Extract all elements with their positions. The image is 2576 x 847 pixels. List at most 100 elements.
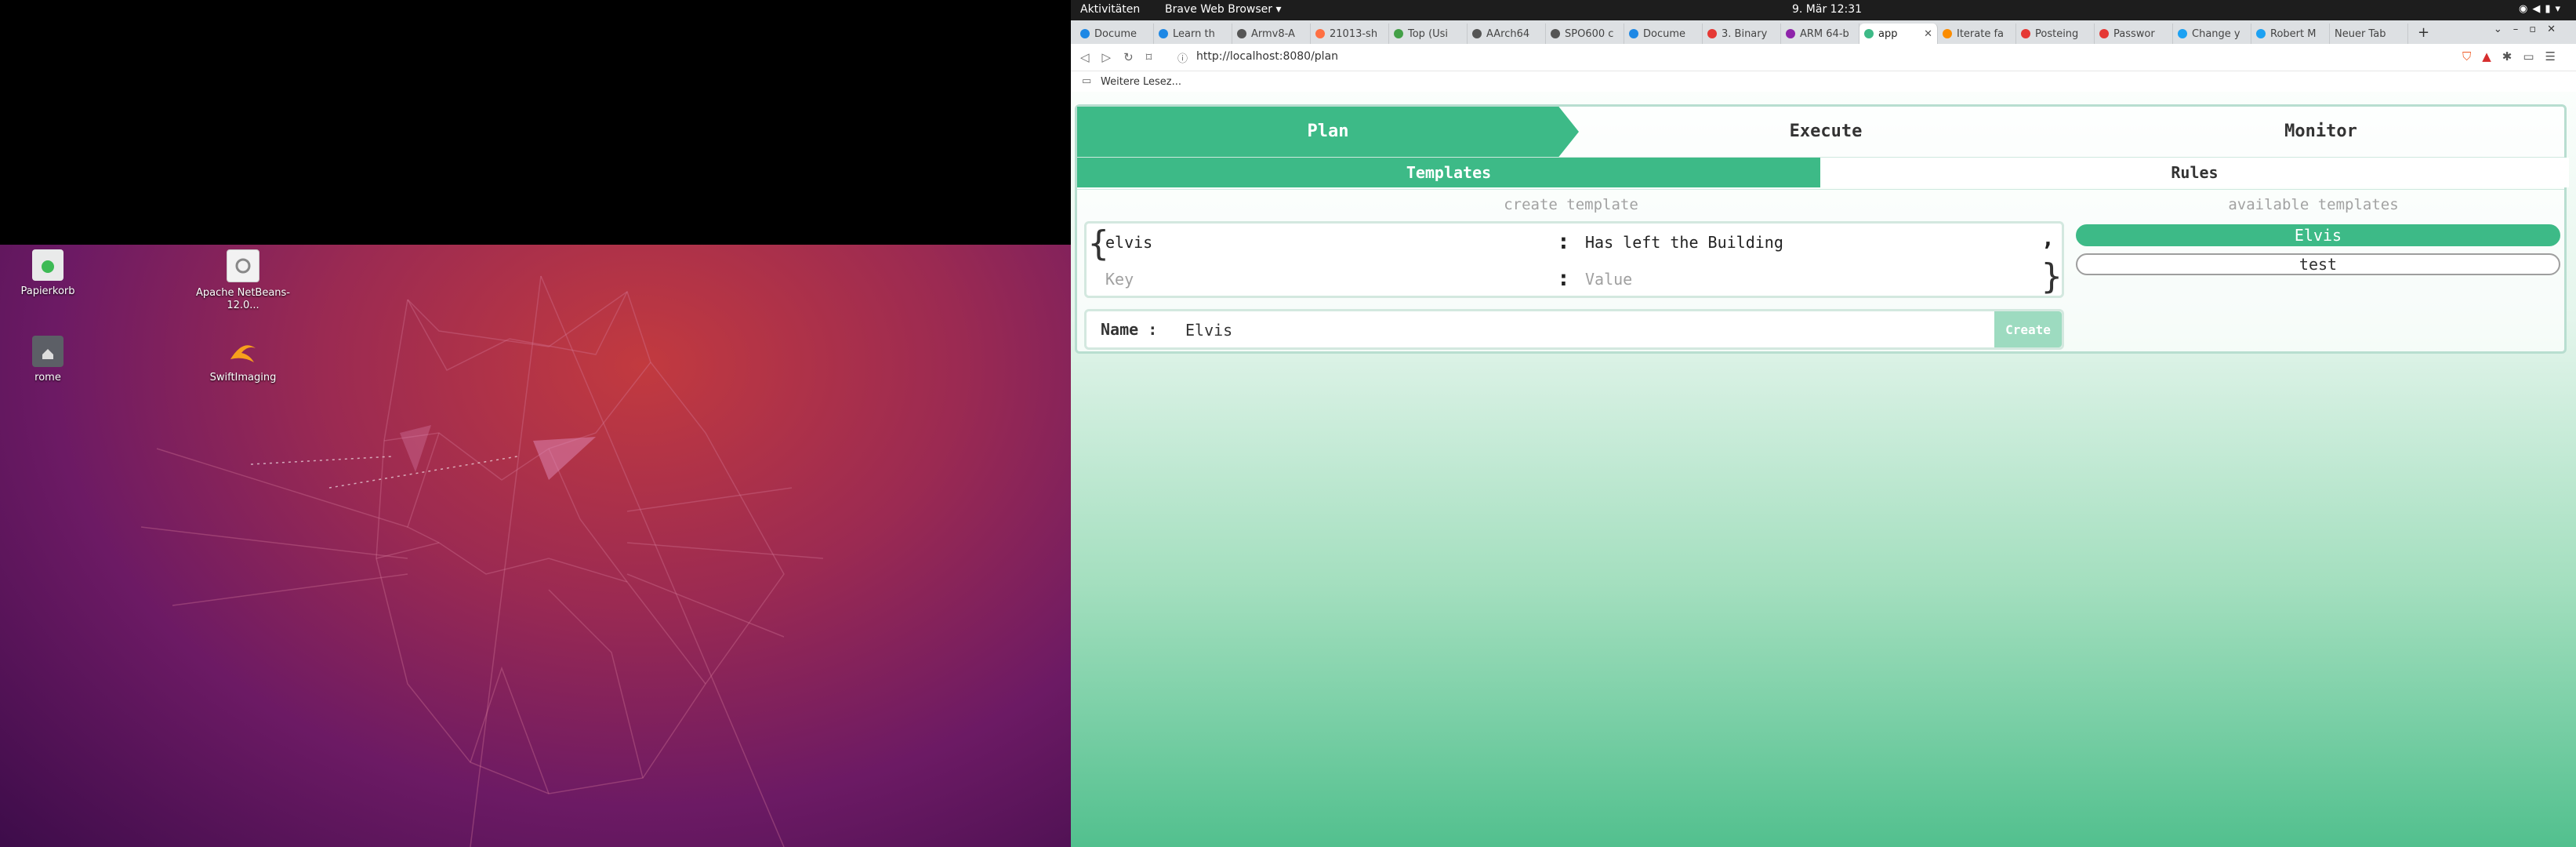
browser-tab[interactable]: Learn th — [1154, 24, 1232, 44]
desktop-icon-label: rome — [34, 372, 61, 384]
template-name-input[interactable] — [1184, 316, 1971, 344]
key-input[interactable]: Key — [1105, 270, 1134, 289]
tab-label: Passwor — [2113, 27, 2155, 40]
tab-favicon-icon — [1707, 29, 1717, 38]
browser-tab[interactable]: Posteing — [2016, 24, 2095, 44]
bookmarks-bar: ▭ Weitere Lesez... — [1071, 71, 2576, 93]
url-field[interactable]: http://localhost:8080/plan — [1196, 50, 1338, 63]
home-folder-icon — [32, 336, 63, 367]
address-bar: ◁▷↻⌑ ⓘ http://localhost:8080/plan ⛉▲✱▭☰ — [1071, 44, 2576, 71]
netbeans-desktop-icon[interactable]: Apache NetBeans-12.0... — [192, 249, 294, 312]
tab-favicon-icon — [1551, 29, 1560, 38]
tab-rules[interactable]: Rules — [1820, 158, 2569, 187]
template-kv-editor: { elvis : Has left the Building , Key : … — [1084, 221, 2064, 298]
browser-tab[interactable]: Docume — [1076, 24, 1154, 44]
tab-label: Docume — [1094, 27, 1137, 40]
browser-tab[interactable]: 21013-sh — [1311, 24, 1389, 44]
desktop-icon-label: Apache NetBeans-12.0... — [195, 287, 291, 311]
kv-value[interactable]: Has left the Building — [1585, 233, 1783, 252]
browser-tab[interactable]: Iterate fa — [1938, 24, 2016, 44]
minimize-icon[interactable]: – — [2513, 24, 2530, 35]
browser-tab[interactable]: Robert M — [2251, 24, 2330, 44]
tab-favicon-icon — [2178, 29, 2187, 38]
template-item-selected[interactable]: Elvis — [2076, 224, 2560, 246]
tab-templates[interactable]: Templates — [1077, 158, 1820, 187]
browser-tab[interactable]: Docume — [1624, 24, 1703, 44]
kv-colon: : — [1557, 228, 1570, 254]
browser-tab[interactable]: Change y — [2173, 24, 2251, 44]
forward-icon[interactable]: ▷ — [1102, 50, 1124, 64]
tab-favicon-icon — [2099, 29, 2109, 38]
browser-tab[interactable]: 3. Binary — [1703, 24, 1781, 44]
netbeans-icon — [227, 249, 259, 282]
nav-monitor[interactable]: Monitor — [2073, 107, 2569, 157]
nav-plan[interactable]: Plan — [1077, 107, 1579, 157]
gnome-top-bar: Aktivitäten Brave Web Browser ▾ 9. Mär 1… — [1071, 0, 2576, 20]
extensions-icon[interactable]: ✱ — [2502, 49, 2523, 64]
browser-tab[interactable]: SPO600 c — [1546, 24, 1624, 44]
browser-tab[interactable]: AArch64 — [1468, 24, 1546, 44]
value-input[interactable]: Value — [1585, 270, 1632, 289]
activities-button[interactable]: Aktivitäten — [1080, 3, 1140, 16]
kv-key[interactable]: elvis — [1105, 233, 1152, 252]
back-icon[interactable]: ◁ — [1080, 50, 1102, 64]
trash-icon — [32, 249, 63, 281]
tab-label: Docume — [1643, 27, 1686, 40]
bookmark-icon[interactable]: ⌑ — [1146, 50, 1165, 64]
window-controls: ⌄–▫✕ — [2494, 24, 2567, 35]
close-window-icon[interactable]: ✕ — [2547, 24, 2567, 35]
reload-icon[interactable]: ↻ — [1123, 50, 1146, 64]
template-name-bar: Name : Create — [1084, 309, 2064, 350]
tab-label: Neuer Tab — [2335, 27, 2386, 40]
new-tab-button[interactable]: + — [2418, 24, 2429, 44]
tab-favicon-icon — [1394, 29, 1403, 38]
browser-tab[interactable]: Top (Usi — [1389, 24, 1468, 44]
tab-favicon-icon — [1315, 29, 1325, 38]
swiftimaging-desktop-icon[interactable]: SwiftImaging — [192, 336, 294, 384]
template-item[interactable]: test — [2076, 253, 2560, 275]
browser-tab[interactable]: Passwor — [2095, 24, 2173, 44]
tab-favicon-icon — [1159, 29, 1168, 38]
tab-label: SPO600 c — [1565, 27, 1614, 40]
name-label: Name : — [1101, 320, 1158, 339]
swift-icon — [227, 336, 259, 367]
tab-label: Armv8-A — [1251, 27, 1295, 40]
tab-label: Posteing — [2035, 27, 2079, 40]
browser-tab[interactable]: Armv8-A — [1232, 24, 1311, 44]
desktop-top-area — [0, 0, 1071, 245]
tab-label: Change y — [2192, 27, 2240, 40]
tab-favicon-icon — [2256, 29, 2266, 38]
tab-label: AArch64 — [1486, 27, 1530, 40]
maximize-icon[interactable]: ▫ — [2529, 24, 2547, 35]
site-info-icon[interactable]: ⓘ — [1177, 50, 1188, 65]
bookmark-folder[interactable]: Weitere Lesez... — [1101, 76, 1181, 88]
available-templates-heading: available templates — [2228, 196, 2399, 213]
app-page: Plan Execute Monitor Templates Rules cre… — [1071, 92, 2576, 847]
wallet-icon[interactable]: ▭ — [2523, 49, 2545, 64]
tab-strip: Docume Learn th Armv8-A 21013-sh Top (Us… — [1071, 20, 2576, 44]
tab-label: ARM 64-b — [1800, 27, 1849, 40]
menu-icon[interactable]: ☰ — [2545, 49, 2567, 64]
tab-label: 21013-sh — [1330, 27, 1378, 40]
nav-buttons: ◁▷↻⌑ — [1080, 50, 1164, 64]
folder-icon: ▭ — [1082, 75, 1092, 87]
brave-rewards-icon[interactable]: ▲ — [2482, 49, 2502, 64]
tab-search-icon[interactable]: ⌄ — [2494, 24, 2513, 35]
desktop-wallpaper — [0, 245, 1071, 847]
power-icon: ▾ — [2555, 3, 2565, 15]
browser-tab[interactable]: ARM 64-b — [1781, 24, 1859, 44]
browser-tab-active[interactable]: app ✕ — [1859, 24, 1938, 44]
nav-execute[interactable]: Execute — [1579, 107, 2073, 157]
system-tray[interactable]: ◉◀▮▾ — [2519, 3, 2565, 15]
trash-desktop-icon[interactable]: Papierkorb — [0, 249, 99, 298]
clock[interactable]: 9. Mär 12:31 — [1792, 3, 1862, 16]
create-button[interactable]: Create — [1994, 311, 2062, 347]
browser-tab[interactable]: Neuer Tab — [2330, 24, 2408, 44]
brave-shield-icon[interactable]: ⛉ — [2462, 49, 2482, 64]
app-menu[interactable]: Brave Web Browser ▾ — [1165, 3, 1281, 16]
close-tab-icon[interactable]: ✕ — [1924, 28, 1932, 40]
tab-favicon-icon — [1629, 29, 1638, 38]
tab-favicon-icon — [1943, 29, 1952, 38]
tab-label: Robert M — [2270, 27, 2317, 40]
home-desktop-icon[interactable]: rome — [0, 336, 99, 384]
